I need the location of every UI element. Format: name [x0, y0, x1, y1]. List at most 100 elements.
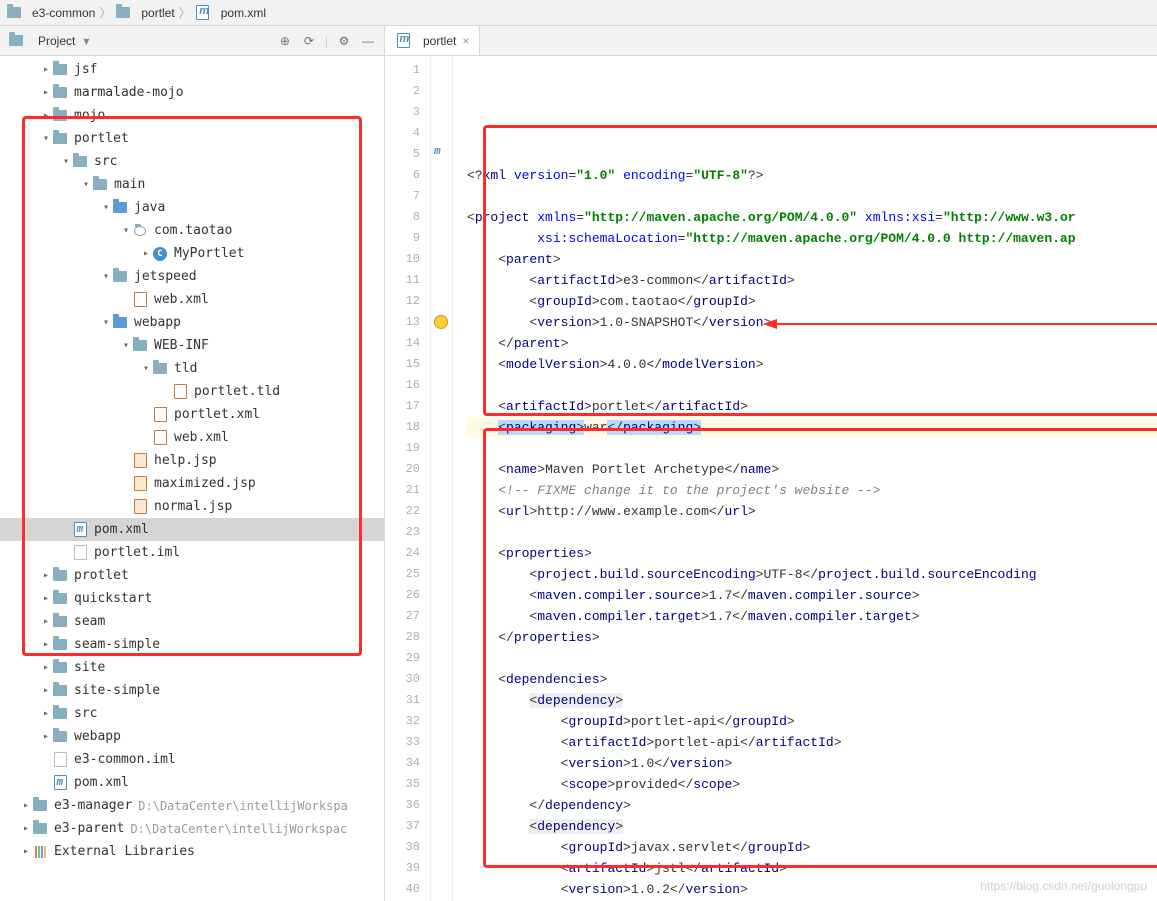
code-line[interactable]: <parent> — [467, 249, 1157, 270]
code-line[interactable]: <maven.compiler.target>1.7</maven.compil… — [467, 606, 1157, 627]
code-line[interactable]: <groupId>javax.servlet</groupId> — [467, 837, 1157, 858]
tree-node-webapp[interactable]: ▸webapp — [0, 725, 384, 748]
tree-node-site[interactable]: ▸site — [0, 656, 384, 679]
project-tree[interactable]: ▸jsf▸marmalade-mojo▸mojo▾portlet▾src▾mai… — [0, 56, 384, 901]
code-line[interactable]: <artifactId>portlet</artifactId> — [467, 396, 1157, 417]
code-line[interactable]: <project xmlns="http://maven.apache.org/… — [467, 207, 1157, 228]
chevron-right-icon[interactable]: ▸ — [40, 662, 52, 673]
tree-node-mojo[interactable]: ▸mojo — [0, 104, 384, 127]
code-line[interactable] — [467, 438, 1157, 459]
tree-node-webapp[interactable]: ▾webapp — [0, 311, 384, 334]
refresh-icon[interactable]: ⟳ — [301, 33, 317, 49]
chevron-down-icon[interactable]: ▾ — [140, 363, 152, 374]
chevron-right-icon[interactable]: ▸ — [40, 64, 52, 75]
tree-node-java[interactable]: ▾java — [0, 196, 384, 219]
code-line[interactable]: <!-- FIXME change it to the project's we… — [467, 480, 1157, 501]
tree-node-pom-xml[interactable]: pom.xml — [0, 771, 384, 794]
tree-node-web-xml[interactable]: web.xml — [0, 288, 384, 311]
code-line[interactable]: <name>Maven Portlet Archetype</name> — [467, 459, 1157, 480]
chevron-down-icon[interactable]: ▾ — [60, 156, 72, 167]
tree-node-com-taotao[interactable]: ▾com.taotao — [0, 219, 384, 242]
tree-node-quickstart[interactable]: ▸quickstart — [0, 587, 384, 610]
code-line[interactable]: <?xml version="1.0" encoding="UTF-8"?> — [467, 165, 1157, 186]
chevron-down-icon[interactable]: ▾ — [40, 133, 52, 144]
code-line[interactable]: <groupId>com.taotao</groupId> — [467, 291, 1157, 312]
code-line[interactable]: <dependency> — [467, 690, 1157, 711]
chevron-right-icon[interactable]: ▸ — [40, 110, 52, 121]
code-line[interactable]: <artifactId>jstl</artifactId> — [467, 858, 1157, 879]
chevron-right-icon[interactable]: ▸ — [40, 616, 52, 627]
chevron-down-icon[interactable]: ▾ — [100, 202, 112, 213]
chevron-right-icon[interactable]: ▸ — [40, 685, 52, 696]
tree-node-src[interactable]: ▸src — [0, 702, 384, 725]
collapse-icon[interactable]: — — [360, 33, 376, 49]
tree-node-portlet-xml[interactable]: portlet.xml — [0, 403, 384, 426]
tree-node-portlet[interactable]: ▾portlet — [0, 127, 384, 150]
code-line[interactable]: <groupId>portlet-api</groupId> — [467, 711, 1157, 732]
code-line[interactable]: <project.build.sourceEncoding>UTF-8</pro… — [467, 564, 1157, 585]
tree-node-main[interactable]: ▾main — [0, 173, 384, 196]
tab-portlet[interactable]: portlet × — [385, 26, 480, 55]
code-area[interactable]: <?xml version="1.0" encoding="UTF-8"?> <… — [453, 56, 1157, 901]
code-line[interactable] — [467, 648, 1157, 669]
tree-node-portlet-iml[interactable]: portlet.iml — [0, 541, 384, 564]
code-line[interactable] — [467, 186, 1157, 207]
chevron-down-icon[interactable]: ▾ — [100, 271, 112, 282]
tree-node-e3-common-iml[interactable]: e3-common.iml — [0, 748, 384, 771]
tree-node-web-inf[interactable]: ▾WEB-INF — [0, 334, 384, 357]
chevron-right-icon[interactable]: ▸ — [40, 731, 52, 742]
chevron-right-icon[interactable]: ▸ — [20, 823, 32, 834]
code-line[interactable] — [467, 375, 1157, 396]
tree-node-portlet-tld[interactable]: portlet.tld — [0, 380, 384, 403]
locate-icon[interactable]: ⊕ — [277, 33, 293, 49]
tree-node-normal-jsp[interactable]: normal.jsp — [0, 495, 384, 518]
chevron-down-icon[interactable]: ▾ — [100, 317, 112, 328]
code-line[interactable]: <version>1.0</version> — [467, 753, 1157, 774]
tree-node-src[interactable]: ▾src — [0, 150, 384, 173]
tree-node-pom-xml[interactable]: pom.xml — [0, 518, 384, 541]
tree-node-seam[interactable]: ▸seam — [0, 610, 384, 633]
code-line[interactable]: </dependency> — [467, 795, 1157, 816]
chevron-right-icon[interactable]: ▸ — [40, 570, 52, 581]
chevron-right-icon[interactable]: ▸ — [40, 593, 52, 604]
editor-body[interactable]: 1234567891011121314151617181920212223242… — [385, 56, 1157, 901]
chevron-down-icon[interactable]: ▾ — [120, 225, 132, 236]
code-line[interactable]: <artifactId>portlet-api</artifactId> — [467, 732, 1157, 753]
code-line[interactable]: <version>1.0-SNAPSHOT</version> — [467, 312, 1157, 333]
chevron-right-icon[interactable]: ▸ — [40, 639, 52, 650]
tree-node-help-jsp[interactable]: help.jsp — [0, 449, 384, 472]
gear-icon[interactable]: ⚙ — [336, 33, 352, 49]
chevron-right-icon[interactable]: ▸ — [140, 248, 152, 259]
tree-node-e3-manager[interactable]: ▸e3-managerD:\DataCenter\intellijWorkspa — [0, 794, 384, 817]
code-line[interactable]: <packaging>war</packaging> — [467, 417, 1157, 438]
tree-node-seam-simple[interactable]: ▸seam-simple — [0, 633, 384, 656]
tree-node-site-simple[interactable]: ▸site-simple — [0, 679, 384, 702]
code-line[interactable]: <dependency> — [467, 816, 1157, 837]
tree-node-protlet[interactable]: ▸protlet — [0, 564, 384, 587]
chevron-down-icon[interactable]: ▾ — [80, 179, 92, 190]
crumb-portlet[interactable]: portlet — [115, 5, 174, 21]
chevron-right-icon[interactable]: ▸ — [20, 846, 32, 857]
tree-node-jsf[interactable]: ▸jsf — [0, 58, 384, 81]
chevron-right-icon[interactable]: ▸ — [20, 800, 32, 811]
code-line[interactable] — [467, 522, 1157, 543]
code-line[interactable]: <maven.compiler.source>1.7</maven.compil… — [467, 585, 1157, 606]
tree-node-myportlet[interactable]: ▸CMyPortlet — [0, 242, 384, 265]
code-line[interactable]: <artifactId>e3-common</artifactId> — [467, 270, 1157, 291]
chevron-down-icon[interactable]: ▾ — [120, 340, 132, 351]
close-tab-icon[interactable]: × — [462, 34, 469, 48]
chevron-right-icon[interactable]: ▸ — [40, 708, 52, 719]
code-line[interactable]: xsi:schemaLocation="http://maven.apache.… — [467, 228, 1157, 249]
code-line[interactable]: <properties> — [467, 543, 1157, 564]
code-line[interactable]: <scope>provided</scope> — [467, 774, 1157, 795]
code-line[interactable]: <modelVersion>4.0.0</modelVersion> — [467, 354, 1157, 375]
tree-node-e3-parent[interactable]: ▸e3-parentD:\DataCenter\intellijWorkspac — [0, 817, 384, 840]
tree-node-jetspeed[interactable]: ▾jetspeed — [0, 265, 384, 288]
chevron-right-icon[interactable]: ▸ — [40, 87, 52, 98]
crumb-pom.xml[interactable]: pom.xml — [195, 5, 266, 21]
code-line[interactable]: <url>http://www.example.com</url> — [467, 501, 1157, 522]
tree-node-marmalade-mojo[interactable]: ▸marmalade-mojo — [0, 81, 384, 104]
tree-node-maximized-jsp[interactable]: maximized.jsp — [0, 472, 384, 495]
sidebar-title[interactable]: Project — [38, 34, 75, 48]
tree-node-tld[interactable]: ▾tld — [0, 357, 384, 380]
